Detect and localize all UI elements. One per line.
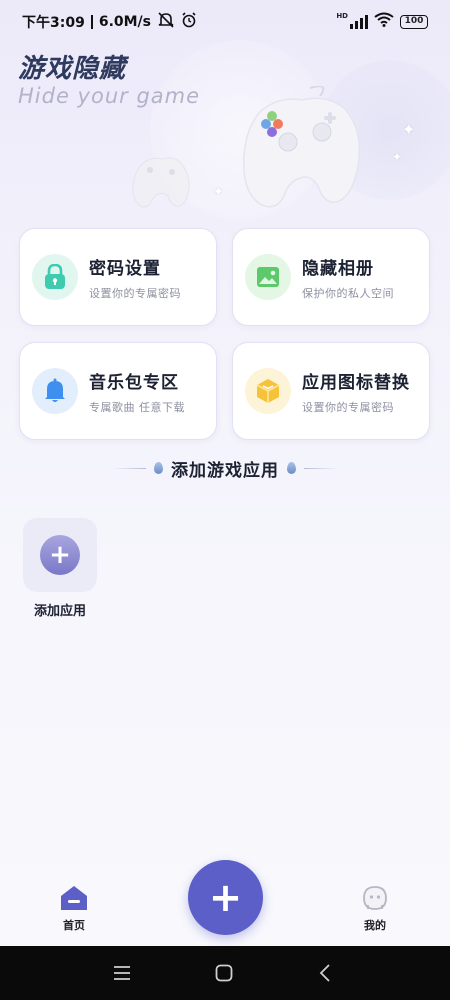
game-controller-icon bbox=[243, 86, 361, 208]
plus-icon: + bbox=[208, 874, 243, 921]
card-desc: 保护你的私人空间 bbox=[302, 286, 394, 300]
add-app-label: 添加应用 bbox=[33, 604, 86, 619]
card-icon-bg bbox=[245, 368, 291, 414]
card-title: 应用图标替换 bbox=[302, 372, 410, 393]
small-controller-icon bbox=[132, 157, 190, 208]
battery-icon: 100 bbox=[400, 14, 428, 29]
plus-icon: + bbox=[40, 535, 80, 575]
nav-mine[interactable]: 我的 bbox=[345, 885, 405, 933]
cube-icon bbox=[256, 379, 280, 403]
section-dot-icon bbox=[287, 462, 296, 474]
status-separator bbox=[90, 15, 93, 29]
menu-icon[interactable] bbox=[110, 961, 134, 985]
page-title: 游戏隐藏 bbox=[18, 54, 127, 84]
card-desc: 专属歌曲 任意下载 bbox=[89, 400, 185, 414]
card-title: 密码设置 bbox=[89, 258, 161, 279]
nav-home[interactable]: 首页 bbox=[44, 885, 104, 933]
card-desc: 设置你的专属密码 bbox=[89, 286, 181, 300]
divider-line bbox=[112, 467, 146, 469]
image-icon bbox=[257, 267, 279, 287]
wifi-icon bbox=[374, 12, 394, 31]
sparkle-icon: ✦ bbox=[402, 120, 416, 139]
card-icon-bg bbox=[32, 254, 78, 300]
card-icon-replace[interactable]: 应用图标替换 设置你的专属密码 bbox=[232, 342, 430, 440]
alarm-icon bbox=[181, 12, 197, 32]
card-icon-bg bbox=[32, 368, 78, 414]
section-dot-icon bbox=[154, 462, 163, 474]
card-password-settings[interactable]: 密码设置 设置你的专属密码 bbox=[19, 228, 217, 326]
nav-home-label: 首页 bbox=[63, 919, 85, 932]
home-icon bbox=[61, 886, 87, 910]
back-icon[interactable] bbox=[313, 961, 337, 985]
bell-icon bbox=[45, 378, 65, 402]
divider-line bbox=[304, 467, 338, 469]
home-square-icon[interactable] bbox=[212, 961, 236, 985]
sparkle-icon: ✦ bbox=[213, 185, 224, 200]
signal-icon bbox=[350, 14, 368, 29]
add-fab-button[interactable]: + bbox=[188, 860, 263, 935]
bottom-nav: 首页 + 我的 bbox=[0, 860, 450, 946]
status-left: 下午3:09 6.0M/s bbox=[22, 12, 197, 32]
nav-mine-label: 我的 bbox=[364, 919, 386, 932]
status-right: HD 100 bbox=[336, 12, 428, 31]
card-title: 隐藏相册 bbox=[302, 258, 374, 279]
card-hidden-album[interactable]: 隐藏相册 保护你的私人空间 bbox=[232, 228, 430, 326]
system-nav-bar bbox=[0, 946, 450, 1000]
hd-label: HD bbox=[336, 12, 348, 20]
status-time: 下午3:09 bbox=[22, 15, 85, 31]
card-music-zone[interactable]: 音乐包专区 专属歌曲 任意下载 bbox=[19, 342, 217, 440]
mute-icon bbox=[157, 12, 175, 32]
card-title: 音乐包专区 bbox=[89, 372, 179, 393]
lock-icon bbox=[45, 264, 65, 289]
status-bar: 下午3:09 6.0M/s HD 100 bbox=[0, 0, 450, 40]
card-icon-bg bbox=[245, 254, 291, 300]
section-header: 添加游戏应用 bbox=[0, 455, 450, 481]
profile-icon bbox=[363, 886, 387, 910]
page-subtitle: Hide your game bbox=[18, 84, 201, 108]
section-title: 添加游戏应用 bbox=[171, 460, 279, 481]
card-desc: 设置你的专属密码 bbox=[302, 400, 394, 414]
add-app-button[interactable]: + bbox=[23, 518, 97, 592]
sparkle-icon: ✦ bbox=[392, 150, 403, 164]
status-network-speed: 6.0M/s bbox=[98, 14, 152, 30]
